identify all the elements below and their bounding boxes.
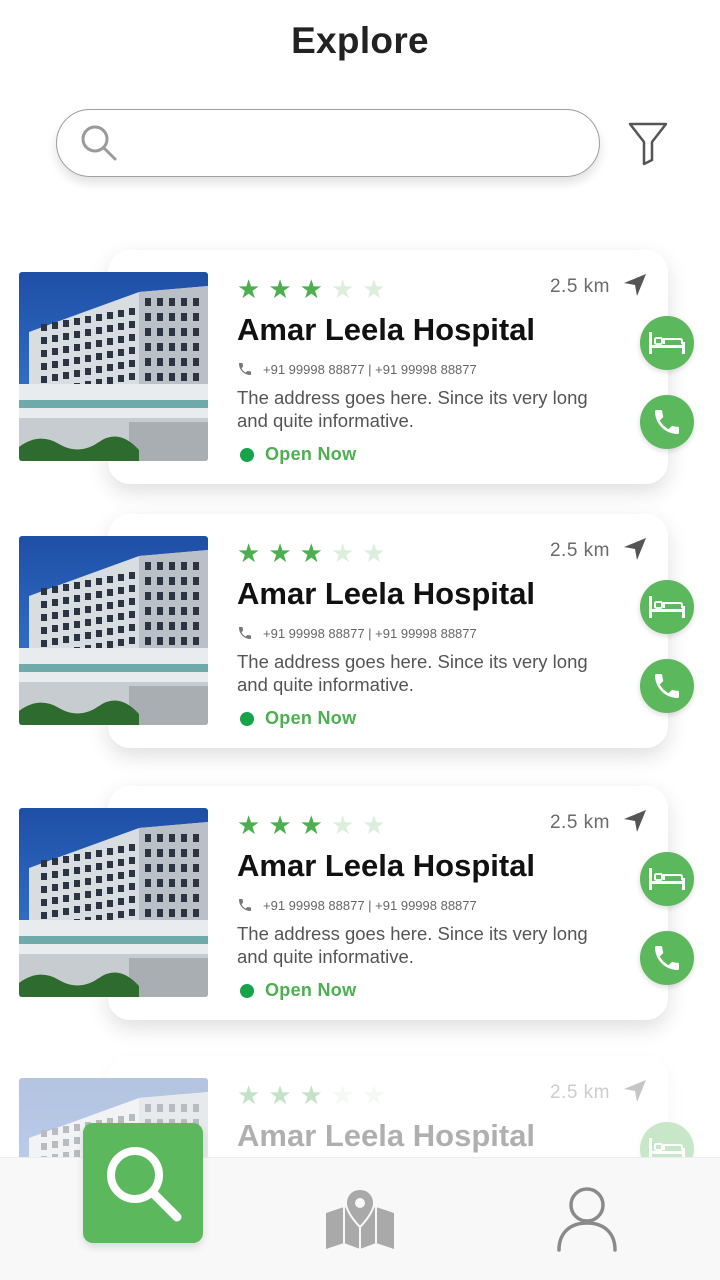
star-filled-icon: ★ [237,810,261,840]
phone-row: +91 99998 88877 | +91 99998 88877 [237,897,477,913]
search-icon [107,1147,182,1222]
navigation-arrow-icon[interactable] [622,272,648,298]
search-icon [81,125,117,161]
rating-stars: ★ ★ ★ ★ ★ [237,540,386,566]
bed-icon [649,332,685,354]
phone-icon [237,361,253,377]
call-button[interactable] [640,659,694,713]
star-filled-icon: ★ [268,1080,292,1110]
star-empty-icon: ★ [330,538,355,568]
address: The address goes here. Since its very lo… [237,923,588,967]
bed-availability-button[interactable] [640,580,694,634]
hospital-image [19,272,208,461]
address: The address goes here. Since its very lo… [237,387,588,431]
star-filled-icon: ★ [299,538,323,568]
phone-icon [655,674,679,698]
hospital-name: Amar Leela Hospital [237,312,536,347]
distance: 2.5 km [549,276,610,297]
star-empty-icon: ★ [362,538,386,568]
star-empty-icon: ★ [330,274,355,304]
star-empty-icon: ★ [330,1080,355,1110]
star-filled-icon: ★ [299,1080,323,1110]
distance: 2.5 km [549,812,610,833]
rating-stars: ★ ★ ★ ★ ★ [237,812,386,838]
hospital-card[interactable]: ★ ★ ★ ★ ★ 2.5 km Amar Leela Hospital +91 999… [0,786,720,1022]
phone-icon [655,946,679,970]
hospital-image [19,536,208,725]
bed-availability-button[interactable] [640,852,694,906]
distance: 2.5 km [549,540,610,561]
star-filled-icon: ★ [268,538,292,568]
phone-row: +91 99998 88877 | +91 99998 88877 [237,361,477,377]
star-empty-icon: ★ [362,810,386,840]
status-text: Open Now [265,708,357,728]
phone-row: +91 99998 88877 | +91 99998 88877 [237,625,477,641]
hospital-card[interactable]: ★ ★ ★ ★ ★ 2.5 km Amar Leela Hospital +91 999… [0,514,720,750]
star-filled-icon: ★ [299,810,323,840]
navigation-arrow-icon[interactable] [622,536,648,562]
filter-icon[interactable] [626,120,670,168]
status-dot [240,447,254,462]
nav-search-button[interactable] [83,1123,203,1243]
user-icon[interactable] [556,1186,618,1252]
page-title: Explore [291,20,429,61]
search-input[interactable] [131,120,581,166]
star-filled-icon: ★ [237,274,261,304]
phone-numbers: +91 99998 88877 | +91 99998 88877 [263,897,477,913]
bed-icon [649,596,685,618]
status-dot [240,711,254,726]
call-button[interactable] [640,395,694,449]
status-text: Open Now [265,444,357,464]
rating-stars: ★ ★ ★ ★ ★ [237,1082,386,1108]
phone-numbers: +91 99998 88877 | +91 99998 88877 [263,625,477,641]
phone-icon [655,410,679,434]
star-filled-icon: ★ [268,810,292,840]
status-badge: Open Now [240,708,356,729]
hospital-image [19,808,208,997]
navigation-arrow-icon[interactable] [622,1078,648,1104]
call-button[interactable] [640,931,694,985]
status-badge: Open Now [240,444,356,465]
map-icon[interactable] [324,1187,396,1251]
navigation-arrow-icon[interactable] [622,808,648,834]
phone-icon [237,625,253,641]
phone-icon [237,897,253,913]
bed-icon [649,868,685,890]
hospital-name: Amar Leela Hospital [237,576,536,611]
star-empty-icon: ★ [330,810,355,840]
star-filled-icon: ★ [299,274,323,304]
address: The address goes here. Since its very lo… [237,651,588,695]
star-filled-icon: ★ [268,274,292,304]
star-empty-icon: ★ [362,274,386,304]
bed-availability-button[interactable] [640,316,694,370]
status-badge: Open Now [240,980,356,1001]
rating-stars: ★ ★ ★ ★ ★ [237,276,386,302]
star-filled-icon: ★ [237,1080,261,1110]
status-dot [240,983,254,998]
hospital-name: Amar Leela Hospital [237,848,536,883]
phone-numbers: +91 99998 88877 | +91 99998 88877 [263,361,477,377]
hospital-card[interactable]: ★ ★ ★ ★ ★ 2.5 km Amar Leela Hospital +91 999… [0,250,720,486]
star-filled-icon: ★ [237,538,261,568]
star-empty-icon: ★ [362,1080,386,1110]
hospital-name: Amar Leela Hospital [237,1118,536,1153]
status-text: Open Now [265,980,357,1000]
distance: 2.5 km [549,1082,610,1103]
search-bar[interactable] [56,109,600,177]
